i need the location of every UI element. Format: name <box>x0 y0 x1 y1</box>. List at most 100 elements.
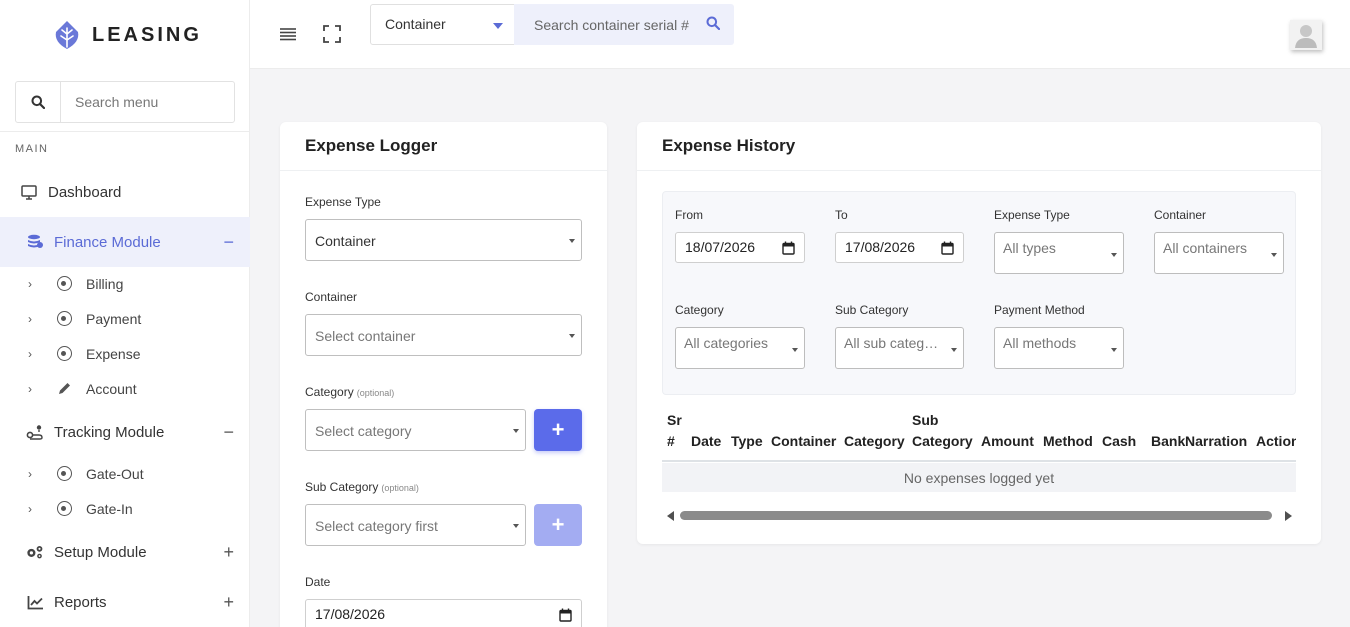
column-header-category[interactable]: Category <box>844 431 905 452</box>
sidebar-subitem-gate-in[interactable]: › Gate-In <box>0 491 250 526</box>
calendar-icon[interactable] <box>782 241 795 258</box>
from-date-input[interactable]: 18/07/2026 <box>675 232 805 263</box>
column-header-amount[interactable]: Amount <box>981 431 1034 452</box>
sidebar-search <box>15 81 235 123</box>
monitor-icon <box>20 183 38 201</box>
column-header-actions[interactable]: Actions <box>1256 431 1296 452</box>
subcategory-placeholder: Select category first <box>315 518 438 534</box>
sidebar-item-reports[interactable]: Reports + <box>0 577 250 627</box>
history-filter-panel: From 18/07/2026 To 17/08/2026 Expense Ty… <box>662 191 1296 395</box>
sidebar-subitem-label: Gate-Out <box>86 465 144 482</box>
menu-toggle-icon[interactable] <box>278 24 298 44</box>
container-placeholder: Select container <box>315 328 416 344</box>
column-header-method[interactable]: Method <box>1043 431 1093 452</box>
caret-down-icon <box>1111 348 1117 352</box>
column-header-container[interactable]: Container <box>771 431 836 452</box>
to-label: To <box>835 208 848 222</box>
circle-dot-icon <box>56 466 72 482</box>
sidebar-item-tracking-module[interactable]: Tracking Module − <box>0 407 250 457</box>
sidebar-item-dashboard[interactable]: Dashboard <box>0 167 250 217</box>
pencil-icon <box>56 381 72 397</box>
sidebar-item-finance-module[interactable]: Finance Module − <box>0 217 250 267</box>
subcategory-select[interactable]: Select category first <box>305 504 526 546</box>
sidebar-subitem-label: Billing <box>86 275 124 292</box>
category-select[interactable]: Select category <box>305 409 526 451</box>
filter-container-select[interactable]: All containers <box>1154 232 1284 274</box>
caret-down-icon <box>569 334 575 338</box>
sidebar-subitem-payment[interactable]: › Payment <box>0 301 250 336</box>
brand[interactable]: LEASING <box>0 0 249 70</box>
sidebar-search-input[interactable] <box>61 83 231 121</box>
add-subcategory-button[interactable]: + <box>534 504 582 546</box>
sidebar-subitem-expense[interactable]: › Expense <box>0 336 250 371</box>
sidebar-item-label: Reports <box>54 593 107 611</box>
column-header-bank[interactable]: Bank <box>1151 431 1185 452</box>
chevron-right-icon: › <box>28 381 32 396</box>
caret-down-icon <box>1111 253 1117 257</box>
to-date-input[interactable]: 17/08/2026 <box>835 232 964 263</box>
sidebar-item-label: Tracking Module <box>54 423 165 441</box>
filter-category-label: Category <box>675 303 724 317</box>
filter-method-value: All methods <box>1003 335 1077 351</box>
calendar-icon[interactable] <box>559 608 572 625</box>
add-category-button[interactable]: + <box>534 409 582 451</box>
expand-icon[interactable]: + <box>223 542 234 563</box>
optional-hint: (optional) <box>356 388 395 398</box>
table-horizontal-scrollbar[interactable] <box>662 506 1296 526</box>
collapse-icon[interactable]: − <box>223 232 234 253</box>
container-search <box>514 4 734 45</box>
column-header-narration[interactable]: Narration <box>1185 431 1247 452</box>
column-header-cash[interactable]: Cash <box>1102 431 1136 452</box>
caret-down-icon <box>951 348 957 352</box>
filter-container-value: All containers <box>1163 240 1248 256</box>
circle-dot-icon <box>56 346 72 362</box>
sidebar-item-label: Dashboard <box>48 183 122 201</box>
container-select[interactable]: Select container <box>305 314 582 356</box>
filter-subcategory-select[interactable]: All sub categories <box>835 327 964 369</box>
expense-type-select[interactable]: Container <box>305 219 582 261</box>
scroll-left-icon[interactable] <box>667 511 674 521</box>
filter-category-select[interactable]: All categories <box>675 327 805 369</box>
scroll-right-icon[interactable] <box>1285 511 1292 521</box>
column-header-sub-category[interactable]: Sub Category <box>912 412 976 452</box>
chevron-right-icon: › <box>28 311 32 326</box>
circle-dot-icon <box>56 501 72 517</box>
menu-section-label: MAIN <box>15 143 49 155</box>
search-icon[interactable] <box>16 82 61 122</box>
collapse-icon[interactable]: − <box>223 422 234 443</box>
container-search-input[interactable] <box>514 4 694 45</box>
avatar[interactable] <box>1290 20 1322 50</box>
sidebar-item-label: Finance Module <box>54 233 161 251</box>
filter-subcategory-label: Sub Category <box>835 303 909 317</box>
scrollbar-thumb[interactable] <box>680 511 1272 520</box>
gears-icon <box>26 543 44 561</box>
search-icon[interactable] <box>706 16 721 33</box>
column-header-date[interactable]: Date <box>691 431 721 452</box>
filter-expense-type-select[interactable]: All types <box>994 232 1124 274</box>
chevron-right-icon: › <box>28 276 32 291</box>
subcategory-label-text: Sub Category <box>305 480 379 494</box>
sidebar-subitem-account[interactable]: › Account <box>0 371 250 406</box>
filter-method-select[interactable]: All methods <box>994 327 1124 369</box>
expense-table: Sr # Date Type Container Category Sub Ca… <box>662 412 1296 492</box>
caret-down-icon <box>513 429 519 433</box>
sidebar-subitem-billing[interactable]: › Billing <box>0 266 250 301</box>
date-input[interactable]: 17/08/2026 <box>305 599 582 627</box>
sidebar-subitem-label: Gate-In <box>86 500 133 517</box>
expense-type-value: Container <box>315 233 376 249</box>
sidebar-item-setup-module[interactable]: Setup Module + <box>0 527 250 577</box>
expense-history-card: Expense History From 18/07/2026 To 17/08… <box>637 122 1321 544</box>
column-header-sr[interactable]: Sr # <box>667 412 685 452</box>
caret-down-icon <box>1271 253 1277 257</box>
chevron-right-icon: › <box>28 466 32 481</box>
sidebar-divider <box>0 131 250 132</box>
fullscreen-icon[interactable] <box>322 24 342 44</box>
calendar-icon[interactable] <box>941 241 954 258</box>
column-header-type[interactable]: Type <box>731 431 763 452</box>
sidebar-subitem-gate-out[interactable]: › Gate-Out <box>0 456 250 491</box>
category-label-text: Category <box>305 385 354 399</box>
expense-logger-card: Expense Logger Expense Type Container Co… <box>280 122 607 627</box>
search-type-select[interactable]: Container <box>370 4 515 45</box>
expand-icon[interactable]: + <box>223 592 234 613</box>
leaf-logo-icon <box>52 20 82 50</box>
